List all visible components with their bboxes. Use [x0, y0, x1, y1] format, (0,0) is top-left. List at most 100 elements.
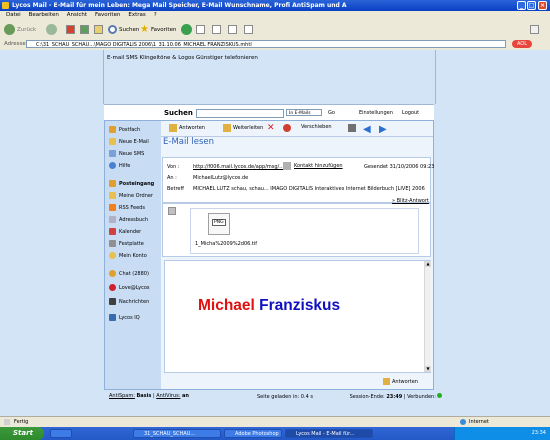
settings-link[interactable]: Einstellungen — [359, 110, 393, 116]
mail-button[interactable] — [196, 23, 205, 36]
menu-tools[interactable]: Extras — [128, 11, 145, 20]
sidebar-item-adressbuch[interactable]: Adressbuch — [109, 216, 148, 223]
previous-button[interactable]: ◀ — [363, 124, 371, 135]
reply-button[interactable]: Antworten — [169, 124, 205, 132]
go-button[interactable]: AOL — [512, 40, 532, 48]
quicklaunch-area[interactable] — [50, 429, 72, 438]
addressbook-icon — [109, 216, 116, 223]
menu-view[interactable]: Ansicht — [67, 11, 87, 20]
sidebar-item-neue-sms[interactable]: Neue SMS — [109, 150, 144, 157]
start-button[interactable]: Start — [0, 427, 44, 440]
add-contact-label: Kontakt hinzufügen — [294, 163, 343, 169]
task-label: Lycos Mail - E-Mail für... — [296, 431, 355, 437]
clock: 23:34 — [531, 430, 546, 436]
top-links[interactable]: E-mail SMS Klingeltöne & Logos Günstiger… — [107, 55, 258, 61]
windows-logo — [530, 23, 539, 36]
menu-file[interactable]: Datei — [6, 11, 21, 20]
print-button[interactable] — [212, 23, 221, 36]
next-button[interactable]: ▶ — [379, 124, 387, 135]
reply-bottom-button[interactable]: Antworten — [383, 378, 418, 385]
session-label: Session-Ende: — [349, 394, 385, 400]
attachment-name[interactable]: 1_Micha%2009%2d06.tif — [195, 241, 257, 247]
sidebar-item-nachrichten[interactable]: Nachrichten — [109, 298, 149, 305]
sidebar-item-label: Meine Ordner — [119, 192, 153, 199]
sidebar-item-postfach[interactable]: Postfach — [109, 126, 140, 133]
antivirus-value: an — [181, 393, 189, 399]
address-input[interactable]: C:\31_SCHAU_SCHAU...\MAGO DIGITALIS 2006… — [26, 40, 506, 48]
favorites-button[interactable]: ★ Favoriten — [140, 23, 176, 36]
page-icon — [4, 419, 10, 425]
move-label: Verschieben — [301, 124, 332, 130]
sidebar-item-hilfe[interactable]: Hilfe — [109, 162, 130, 169]
refresh-icon — [80, 25, 89, 34]
search-scope-select[interactable]: In E-Mails — [286, 109, 322, 116]
session-time: 23:49 — [386, 394, 403, 400]
back-button[interactable]: Zurück — [4, 23, 36, 36]
search-go-button[interactable]: Go — [328, 110, 335, 116]
sidebar-item-mein-konto[interactable]: Mein Konto — [109, 252, 147, 259]
scroll-up-icon[interactable]: ▲ — [425, 261, 431, 267]
home-button[interactable] — [94, 23, 103, 36]
sidebar-item-neue-email[interactable]: Neue E-Mail — [109, 138, 149, 145]
printer-icon — [348, 124, 356, 132]
forward-button[interactable] — [46, 23, 57, 36]
menu-help[interactable]: ? — [154, 11, 157, 20]
quick-reply-link[interactable]: » Blitz-Antwort — [392, 198, 429, 204]
history-button[interactable] — [181, 23, 192, 36]
discuss-button[interactable] — [244, 23, 253, 36]
taskbar-item-photoshop[interactable]: Adobe Photoshop — [224, 429, 282, 438]
scroll-down-icon[interactable]: ▼ — [425, 366, 431, 372]
menu-edit[interactable]: Bearbeiten — [29, 11, 59, 20]
attachment-file-icon[interactable]: PNG — [208, 213, 230, 235]
forward-mail-button[interactable]: Weiterleiten — [223, 124, 263, 132]
search-label: Suchen — [119, 26, 140, 33]
sidebar-item-chat[interactable]: Chat (2880) — [109, 270, 149, 277]
sidebar-item-festplatte[interactable]: Festplatte — [109, 240, 144, 247]
refresh-button[interactable] — [80, 23, 89, 36]
sidebar-item-lycos-iq[interactable]: Lycos IQ — [109, 314, 140, 321]
body-text: Michael Franziskus — [198, 297, 340, 315]
delete-button[interactable]: ✕ — [267, 124, 277, 133]
back-label: Zurück — [17, 26, 37, 33]
harddisk-icon — [109, 240, 116, 247]
iq-icon — [109, 314, 116, 321]
body-last-name: Franziskus — [259, 297, 341, 314]
forward-arrow-icon — [46, 24, 57, 35]
sidebar-item-rss-feeds[interactable]: RSS Feeds — [109, 204, 145, 211]
search-icon — [108, 25, 117, 34]
taskbar-item-lycos[interactable]: Lycos Mail - E-Mail für... — [285, 429, 373, 438]
sidebar-item-kalender[interactable]: Kalender — [109, 228, 141, 235]
sidebar-item-label: Neue E-Mail — [119, 138, 149, 145]
connected-label: Verbunden: — [407, 394, 436, 400]
sidebar-item-label: Kalender — [119, 228, 142, 235]
body-scrollbar[interactable]: ▲ ▼ — [424, 261, 431, 372]
close-button[interactable]: × — [538, 1, 547, 10]
search-input[interactable] — [196, 109, 284, 118]
spam-button[interactable] — [283, 124, 293, 132]
sidebar-item-posteingang[interactable]: Posteingang — [109, 180, 154, 187]
menu-favorites[interactable]: Favoriten — [95, 11, 120, 20]
news-icon — [109, 298, 116, 305]
sidebar-item-love-lycos[interactable]: Love@Lycos — [109, 284, 150, 291]
from-address[interactable]: http://f006.mail.lycos.de/app/msg/... — [193, 164, 284, 170]
calendar-icon — [109, 228, 116, 235]
subject-label: Betreff — [167, 186, 184, 192]
antivirus-link[interactable]: AntiVirus: — [156, 393, 180, 399]
antispam-link[interactable]: AntiSpam: — [109, 393, 135, 399]
add-contact-button[interactable]: Kontakt hinzufügen — [283, 162, 343, 170]
edit-button[interactable] — [228, 23, 237, 36]
print-mail-button[interactable] — [348, 124, 358, 132]
search-button[interactable]: Suchen — [108, 23, 139, 36]
sidebar-item-label: Nachrichten — [119, 298, 150, 305]
maximize-button[interactable]: □ — [527, 1, 536, 10]
stop-button[interactable] — [66, 23, 75, 36]
from-label: Von : — [167, 164, 180, 170]
minimize-button[interactable]: _ — [517, 1, 526, 10]
print-icon — [212, 25, 221, 34]
quick-reply-label: Blitz-Antwort — [396, 198, 429, 204]
move-button[interactable]: Verschieben — [301, 124, 332, 130]
logout-link[interactable]: Logout — [402, 110, 419, 116]
taskbar-item-explorer[interactable]: 31_SCHAU_SCHAU... — [133, 429, 221, 438]
subject-text: MICHAEL LUTZ schau, schau... IMAGO DIGIT… — [193, 186, 425, 192]
sidebar-item-meine-ordner[interactable]: Meine Ordner — [109, 192, 153, 199]
